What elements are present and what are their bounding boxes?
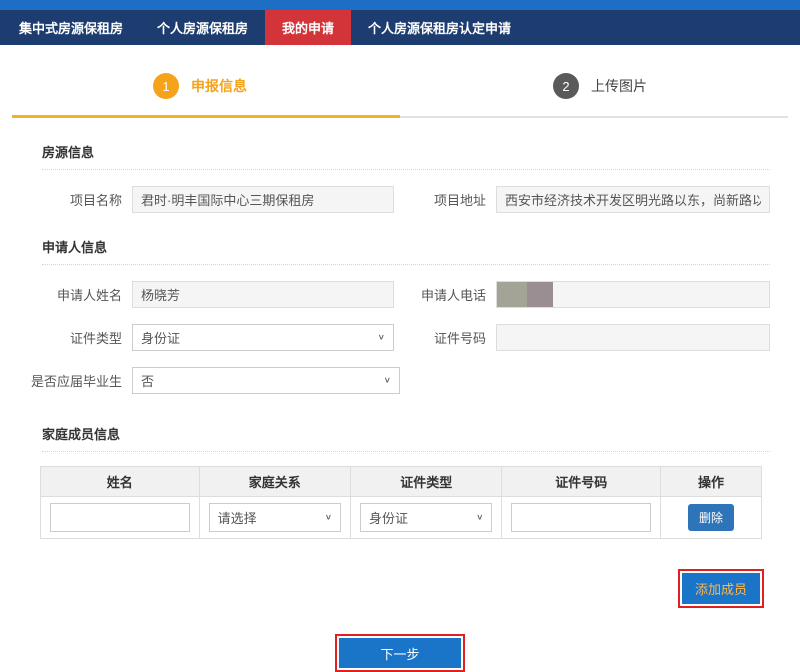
step-declare-info: 1 申报信息 bbox=[0, 73, 400, 99]
applicant-name-field-group: 申请人姓名 bbox=[20, 281, 394, 308]
step-1-underline bbox=[12, 115, 400, 118]
phone-redaction-blur bbox=[497, 282, 553, 307]
member-relation-selected-value: 请选择 bbox=[218, 508, 321, 527]
member-relation-cell: 请选择 ∨ bbox=[199, 497, 350, 539]
section-title-applicant-info: 申请人信息 bbox=[42, 237, 770, 265]
project-address-field-group: 项目地址 bbox=[396, 186, 770, 213]
family-members-table: 姓名 家庭关系 证件类型 证件号码 操作 请选择 ∨ 身份证 ∨ bbox=[40, 466, 762, 539]
id-type-label: 证件类型 bbox=[20, 328, 132, 347]
nav-item-personal-housing-certification[interactable]: 个人房源保租房认定申请 bbox=[351, 10, 528, 45]
redaction-block bbox=[497, 282, 527, 307]
section-title-family-members: 家庭成员信息 bbox=[42, 424, 770, 452]
top-strip bbox=[0, 0, 800, 10]
applicant-phone-field-group: 申请人电话 bbox=[396, 281, 770, 308]
fresh-graduate-label: 是否应届毕业生 bbox=[20, 371, 132, 390]
col-header-id-number: 证件号码 bbox=[502, 467, 661, 497]
member-id-type-select[interactable]: 身份证 ∨ bbox=[360, 503, 492, 532]
annotation-highlight: 下一步 bbox=[335, 634, 465, 672]
id-number-field-group: 证件号码 bbox=[396, 324, 770, 351]
applicant-phone-input[interactable] bbox=[496, 281, 770, 308]
member-id-number-cell bbox=[502, 497, 661, 539]
redaction-block bbox=[527, 282, 553, 307]
next-step-row: 下一步 bbox=[0, 634, 800, 672]
add-member-row: 添加成员 bbox=[0, 569, 764, 608]
main-nav: 集中式房源保租房 个人房源保租房 我的申请 个人房源保租房认定申请 bbox=[0, 10, 800, 45]
member-id-type-cell: 身份证 ∨ bbox=[351, 497, 502, 539]
step-2-circle: 2 bbox=[553, 73, 579, 99]
fresh-graduate-selected-value: 否 bbox=[141, 371, 380, 390]
annotation-highlight: 添加成员 bbox=[678, 569, 764, 608]
step-1-label: 申报信息 bbox=[191, 76, 247, 96]
col-header-id-type: 证件类型 bbox=[351, 467, 502, 497]
fresh-graduate-field-group: 是否应届毕业生 否 ∨ bbox=[20, 367, 400, 394]
section-title-housing-info: 房源信息 bbox=[42, 142, 770, 170]
step-2-label: 上传图片 bbox=[591, 76, 647, 96]
stepper: 1 申报信息 2 上传图片 bbox=[0, 73, 800, 99]
id-type-selected-value: 身份证 bbox=[141, 328, 374, 347]
member-name-cell bbox=[41, 497, 200, 539]
fresh-graduate-row: 是否应届毕业生 否 ∨ bbox=[20, 367, 770, 394]
project-name-input[interactable] bbox=[132, 186, 394, 213]
id-type-field-group: 证件类型 身份证 ∨ bbox=[20, 324, 394, 351]
id-number-input[interactable] bbox=[496, 324, 770, 351]
delete-member-button[interactable]: 删除 bbox=[688, 504, 734, 531]
applicant-phone-label: 申请人电话 bbox=[396, 285, 496, 304]
family-table-header-row: 姓名 家庭关系 证件类型 证件号码 操作 bbox=[41, 467, 762, 497]
member-name-input[interactable] bbox=[50, 503, 190, 532]
nav-item-my-applications[interactable]: 我的申请 bbox=[265, 10, 351, 45]
id-type-select[interactable]: 身份证 ∨ bbox=[132, 324, 394, 351]
applicant-name-phone-row: 申请人姓名 申请人电话 bbox=[20, 281, 770, 308]
step-1-circle: 1 bbox=[153, 73, 179, 99]
next-step-button[interactable]: 下一步 bbox=[339, 638, 461, 668]
applicant-name-label: 申请人姓名 bbox=[20, 285, 132, 304]
family-member-row: 请选择 ∨ 身份证 ∨ 删除 bbox=[41, 497, 762, 539]
id-number-label: 证件号码 bbox=[396, 328, 496, 347]
nav-item-personal-housing[interactable]: 个人房源保租房 bbox=[140, 10, 265, 45]
project-name-label: 项目名称 bbox=[20, 190, 132, 209]
col-header-relation: 家庭关系 bbox=[199, 467, 350, 497]
chevron-down-icon: ∨ bbox=[321, 513, 332, 522]
chevron-down-icon: ∨ bbox=[374, 333, 385, 342]
chevron-down-icon: ∨ bbox=[472, 513, 483, 522]
member-id-number-input[interactable] bbox=[511, 503, 651, 532]
add-member-button[interactable]: 添加成员 bbox=[682, 573, 760, 604]
step-upload-images: 2 上传图片 bbox=[400, 73, 800, 99]
step-2-underline bbox=[400, 116, 788, 118]
chevron-down-icon: ∨ bbox=[380, 376, 391, 385]
project-name-field-group: 项目名称 bbox=[20, 186, 394, 213]
housing-info-row: 项目名称 项目地址 bbox=[20, 186, 770, 213]
step-underline bbox=[12, 115, 788, 118]
nav-item-centralized-housing[interactable]: 集中式房源保租房 bbox=[2, 10, 140, 45]
col-header-actions: 操作 bbox=[661, 467, 762, 497]
member-relation-select[interactable]: 请选择 ∨ bbox=[209, 503, 341, 532]
project-address-label: 项目地址 bbox=[396, 190, 496, 209]
project-address-input[interactable] bbox=[496, 186, 770, 213]
col-header-name: 姓名 bbox=[41, 467, 200, 497]
member-id-type-selected-value: 身份证 bbox=[369, 508, 472, 527]
fresh-graduate-select[interactable]: 否 ∨ bbox=[132, 367, 400, 394]
id-type-number-row: 证件类型 身份证 ∨ 证件号码 bbox=[20, 324, 770, 351]
applicant-name-input[interactable] bbox=[132, 281, 394, 308]
member-actions-cell: 删除 bbox=[661, 497, 762, 539]
